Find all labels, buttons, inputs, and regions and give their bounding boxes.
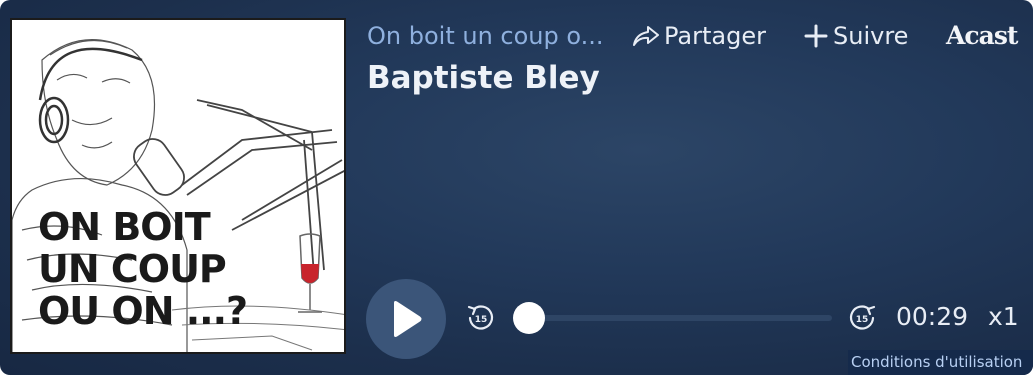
progress-handle[interactable] [512, 302, 545, 334]
episode-title: Baptiste Bley [367, 60, 600, 96]
podcast-cover-art: ON BOIT UN COUP OU ON ...? [10, 18, 346, 354]
follow-label: Suivre [833, 22, 909, 50]
playback-speed-button[interactable]: x1 [988, 302, 1019, 331]
cover-line-1: ON BOIT [38, 205, 211, 249]
forward-15-button[interactable]: 15 [847, 303, 877, 333]
terms-link[interactable]: Conditions d'utilisation [848, 350, 1033, 375]
show-title-link[interactable]: On boit un coup o... [367, 22, 604, 50]
acast-logo[interactable]: Acast [946, 21, 1018, 50]
forward-seconds: 15 [856, 315, 869, 325]
share-button[interactable]: Partager [632, 22, 766, 50]
podcast-player: ON BOIT UN COUP OU ON ...? On boit un co… [0, 0, 1033, 375]
current-time: 00:29 [896, 302, 969, 331]
play-icon [394, 301, 422, 337]
follow-button[interactable]: Suivre [803, 22, 908, 50]
progress-bar[interactable] [512, 302, 832, 334]
rewind-15-button[interactable]: 15 [466, 303, 496, 333]
rewind-seconds: 15 [475, 315, 488, 325]
share-icon [633, 26, 659, 46]
plus-icon [804, 24, 828, 48]
forward-15-icon: 15 [849, 305, 876, 330]
cover-title-text: ON BOIT UN COUP OU ON ...? [38, 205, 248, 333]
play-button[interactable] [366, 279, 446, 359]
cover-line-3: OU ON ...? [38, 289, 248, 333]
cover-line-2: UN COUP [38, 247, 227, 291]
share-label: Partager [664, 22, 766, 50]
rewind-15-icon: 15 [467, 305, 494, 330]
